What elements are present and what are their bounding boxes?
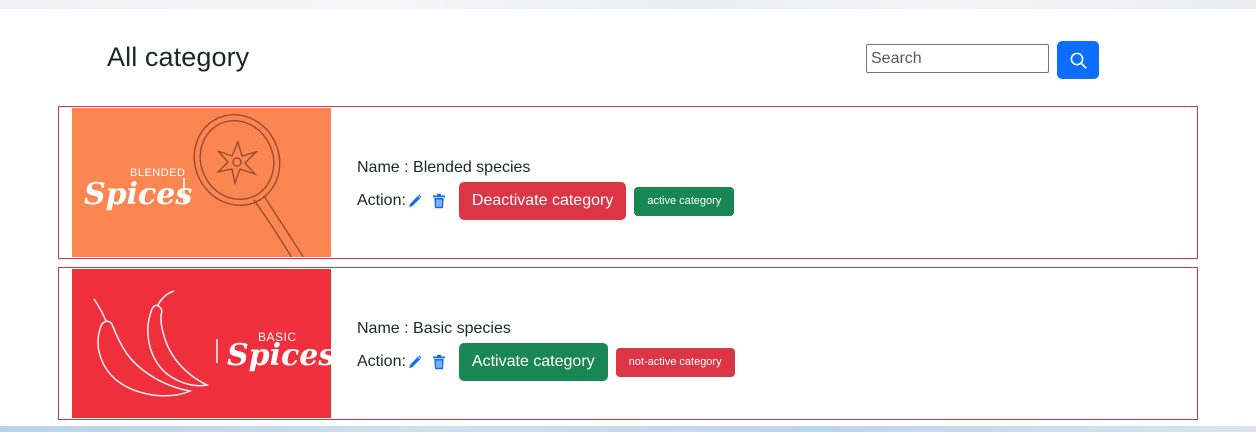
category-image: BASIC Spices bbox=[72, 269, 331, 418]
activate-category-button[interactable]: Activate category bbox=[458, 343, 608, 381]
category-actions: Action: Activate category not-active cat… bbox=[357, 343, 735, 381]
action-label: Action: bbox=[357, 192, 406, 209]
pencil-icon[interactable] bbox=[407, 192, 423, 210]
category-name-prefix: Name : bbox=[357, 320, 414, 337]
pencil-icon[interactable] bbox=[407, 353, 423, 371]
trash-icon[interactable] bbox=[431, 192, 447, 210]
action-label: Action: bbox=[357, 353, 406, 370]
category-name-prefix: Name : bbox=[357, 159, 414, 176]
status-badge: not-active category bbox=[615, 347, 735, 377]
status-badge: active category bbox=[634, 186, 735, 216]
category-image: BLENDED Spices bbox=[72, 108, 331, 257]
category-name: Basic species bbox=[413, 320, 511, 337]
category-actions: Action: Deactivate category active categ… bbox=[357, 182, 735, 220]
category-name-line: Name : Blended species bbox=[357, 159, 530, 177]
search-input[interactable] bbox=[866, 44, 1049, 73]
top-background-band bbox=[0, 0, 1256, 9]
category-card: BLENDED Spices Name : Blended species Ac… bbox=[58, 106, 1198, 259]
category-name-line: Name : Basic species bbox=[357, 320, 511, 338]
search-button[interactable] bbox=[1057, 41, 1099, 79]
image-text-main: Spices bbox=[84, 177, 192, 212]
trash-icon[interactable] bbox=[431, 353, 447, 371]
bottom-background-band bbox=[0, 426, 1256, 432]
category-card: BASIC Spices Name : Basic species Action… bbox=[58, 267, 1198, 420]
page-title: All category bbox=[107, 42, 250, 72]
image-text-main: Spices bbox=[227, 338, 331, 373]
search-icon bbox=[1070, 52, 1087, 69]
category-name: Blended species bbox=[413, 159, 531, 176]
deactivate-category-button[interactable]: Deactivate category bbox=[458, 182, 627, 220]
